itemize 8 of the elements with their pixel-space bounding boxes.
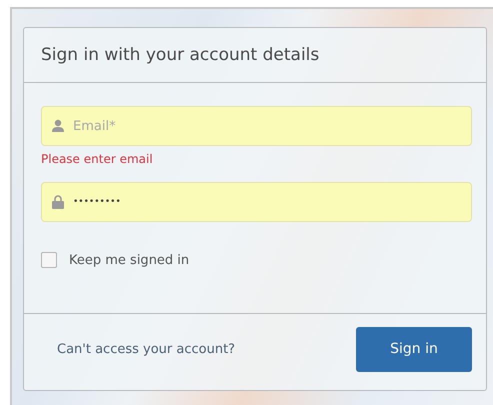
email-field[interactable]: Email* [41, 106, 472, 146]
account-help-link[interactable]: Can't access your account? [57, 342, 236, 356]
panel-title: Sign in with your account details [41, 45, 320, 65]
checkbox-label: Keep me signed in [69, 252, 190, 268]
password-field[interactable]: ••••••••• [41, 182, 472, 222]
sign-in-button[interactable]: Sign in [356, 326, 472, 372]
remember-checkbox[interactable] [41, 252, 57, 268]
error-message: Please enter email [41, 152, 154, 166]
